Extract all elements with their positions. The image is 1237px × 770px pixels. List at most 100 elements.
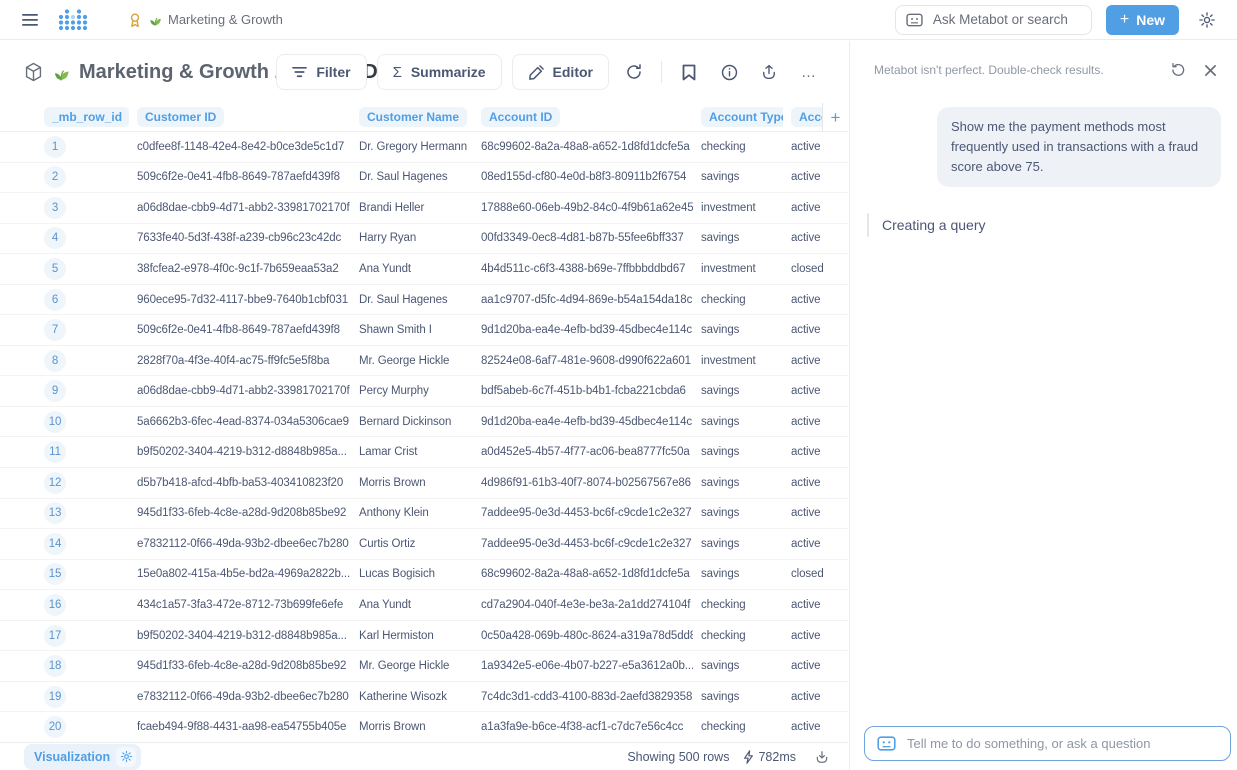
cell-account-type[interactable]: checking: [693, 630, 783, 642]
table-row[interactable]: 14 e7832112-0f66-49da-93b2-dbee6ec7b280 …: [0, 529, 848, 560]
chat-text-input[interactable]: [905, 735, 1218, 752]
cell-account-status[interactable]: active: [783, 721, 848, 733]
cell-customer-id[interactable]: a06d8dae-cbb9-4d71-abb2-33981702170f: [129, 202, 351, 214]
cell-account-type[interactable]: savings: [693, 385, 783, 397]
table-row[interactable]: 6 960ece95-7d32-4117-bbe9-7640b1cbf031 D…: [0, 285, 848, 316]
cell-account-type[interactable]: investment: [693, 263, 783, 275]
cell-account-id[interactable]: a0d452e5-4b57-4f77-ac06-bea8777fc50a: [473, 446, 693, 458]
cell-customer-id[interactable]: e7832112-0f66-49da-93b2-dbee6ec7b280: [129, 538, 351, 550]
table-row[interactable]: 17 b9f50202-3404-4219-b312-d8848b985a...…: [0, 621, 848, 652]
cell-account-id[interactable]: 68c99602-8a2a-48a8-a652-1d8fd1dcfe5a: [473, 141, 693, 153]
refresh-button[interactable]: [619, 57, 649, 87]
close-sidebar-button[interactable]: [1199, 59, 1221, 81]
cell-account-status[interactable]: active: [783, 385, 848, 397]
cell-account-id[interactable]: 82524e08-6af7-481e-9608-d990f622a601: [473, 355, 693, 367]
cell-account-type[interactable]: savings: [693, 691, 783, 703]
cell-customer-id[interactable]: e7832112-0f66-49da-93b2-dbee6ec7b280: [129, 691, 351, 703]
cell-customer-id[interactable]: 38fcfea2-e978-4f0c-9c1f-7b659eaa53a2: [129, 263, 351, 275]
cell-customer-name[interactable]: Ana Yundt: [351, 599, 473, 611]
cell-customer-name[interactable]: Dr. Saul Hagenes: [351, 171, 473, 183]
cell-account-status[interactable]: active: [783, 232, 848, 244]
cell-account-id[interactable]: 4b4d511c-c6f3-4388-b69e-7ffbbbddbd67: [473, 263, 693, 275]
cell-account-id[interactable]: 9d1d20ba-ea4e-4efb-bd39-45dbec4e114c: [473, 416, 693, 428]
cell-account-status[interactable]: active: [783, 630, 848, 642]
cell-account-id[interactable]: 9d1d20ba-ea4e-4efb-bd39-45dbec4e114c: [473, 324, 693, 336]
cell-customer-id[interactable]: 2828f70a-4f3e-40f4-ac75-ff9fc5e5f8ba: [129, 355, 351, 367]
cell-customer-name[interactable]: Morris Brown: [351, 721, 473, 733]
cell-customer-name[interactable]: Brandi Heller: [351, 202, 473, 214]
settings-button[interactable]: [1193, 6, 1221, 34]
summarize-button[interactable]: Σ Summarize: [377, 54, 502, 90]
column-header-customer-name[interactable]: Customer Name: [351, 107, 473, 127]
table-row[interactable]: 11 b9f50202-3404-4219-b312-d8848b985a...…: [0, 437, 848, 468]
cell-customer-id[interactable]: 434c1a57-3fa3-472e-8712-73b699fe6efe: [129, 599, 351, 611]
cell-account-id[interactable]: 4d986f91-61b3-40f7-8074-b02567567e86: [473, 477, 693, 489]
cell-account-id[interactable]: 0c50a428-069b-480c-8624-a319a78d5dd8: [473, 630, 693, 642]
cell-account-status[interactable]: closed: [783, 568, 848, 580]
add-column-button[interactable]: +: [822, 103, 848, 131]
cell-account-id[interactable]: bdf5abeb-6c7f-451b-b4b1-fcba221cbda6: [473, 385, 693, 397]
cell-account-status[interactable]: active: [783, 660, 848, 672]
cell-customer-name[interactable]: Mr. George Hickle: [351, 355, 473, 367]
cell-customer-name[interactable]: Dr. Saul Hagenes: [351, 294, 473, 306]
cell-customer-name[interactable]: Lucas Bogisich: [351, 568, 473, 580]
cell-account-type[interactable]: investment: [693, 355, 783, 367]
cell-customer-name[interactable]: Dr. Gregory Hermann: [351, 141, 473, 153]
cell-customer-name[interactable]: Harry Ryan: [351, 232, 473, 244]
cell-account-status[interactable]: closed: [783, 263, 848, 275]
table-row[interactable]: 18 945d1f33-6feb-4c8e-a28d-9d208b85be92 …: [0, 651, 848, 682]
cell-account-status[interactable]: active: [783, 324, 848, 336]
cell-account-type[interactable]: checking: [693, 141, 783, 153]
column-header-account-id[interactable]: Account ID: [473, 107, 693, 127]
cell-account-type[interactable]: savings: [693, 324, 783, 336]
table-row[interactable]: 5 38fcfea2-e978-4f0c-9c1f-7b659eaa53a2 A…: [0, 254, 848, 285]
cell-customer-id[interactable]: 960ece95-7d32-4117-bbe9-7640b1cbf031: [129, 294, 351, 306]
table-row[interactable]: 20 fcaeb494-9f88-4431-aa98-ea54755b405e …: [0, 712, 848, 743]
cell-customer-name[interactable]: Curtis Ortiz: [351, 538, 473, 550]
table-row[interactable]: 10 5a6662b3-6fec-4ead-8374-034a5306cae9 …: [0, 407, 848, 438]
cell-account-id[interactable]: 1a9342e5-e06e-4b07-b227-e5a3612a0b...: [473, 660, 693, 672]
cell-customer-name[interactable]: Morris Brown: [351, 477, 473, 489]
table-row[interactable]: 4 7633fe40-5d3f-438f-a239-cb96c23c42dc H…: [0, 224, 848, 255]
cell-account-type[interactable]: checking: [693, 294, 783, 306]
cell-account-status[interactable]: active: [783, 599, 848, 611]
cell-account-status[interactable]: active: [783, 538, 848, 550]
cell-account-status[interactable]: active: [783, 294, 848, 306]
cell-account-id[interactable]: 00fd3349-0ec8-4d81-b87b-55fee6bff337: [473, 232, 693, 244]
cell-customer-id[interactable]: fcaeb494-9f88-4431-aa98-ea54755b405e: [129, 721, 351, 733]
cell-account-type[interactable]: savings: [693, 446, 783, 458]
cell-account-id[interactable]: 68c99602-8a2a-48a8-a652-1d8fd1dcfe5a: [473, 568, 693, 580]
title-collection-link[interactable]: Marketing & Growth: [79, 61, 269, 83]
cell-customer-name[interactable]: Lamar Crist: [351, 446, 473, 458]
cell-account-status[interactable]: active: [783, 507, 848, 519]
table-row[interactable]: 1 c0dfee8f-1148-42e4-8e42-b0ce3de5c1d7 D…: [0, 132, 848, 163]
cell-account-id[interactable]: aa1c9707-d5fc-4d94-869e-b54a154da18c: [473, 294, 693, 306]
more-options-button[interactable]: …: [794, 57, 824, 87]
cell-account-type[interactable]: savings: [693, 660, 783, 672]
cell-account-type[interactable]: savings: [693, 416, 783, 428]
table-row[interactable]: 12 d5b7b418-afcd-4bfb-ba53-403410823f20 …: [0, 468, 848, 499]
cell-account-type[interactable]: savings: [693, 568, 783, 580]
cell-customer-name[interactable]: Karl Hermiston: [351, 630, 473, 642]
cell-account-id[interactable]: 17888e60-06eb-49b2-84c0-4f9b61a62e45: [473, 202, 693, 214]
cell-account-id[interactable]: 7addee95-0e3d-4453-bc6f-c9cde1c2e327: [473, 538, 693, 550]
cell-account-type[interactable]: savings: [693, 507, 783, 519]
cell-account-status[interactable]: active: [783, 691, 848, 703]
reset-conversation-button[interactable]: [1167, 59, 1189, 81]
table-row[interactable]: 19 e7832112-0f66-49da-93b2-dbee6ec7b280 …: [0, 682, 848, 713]
cell-customer-name[interactable]: Bernard Dickinson: [351, 416, 473, 428]
share-button[interactable]: [754, 57, 784, 87]
cell-account-status[interactable]: active: [783, 141, 848, 153]
cell-customer-id[interactable]: 945d1f33-6feb-4c8e-a28d-9d208b85be92: [129, 660, 351, 672]
cell-account-type[interactable]: checking: [693, 599, 783, 611]
visualization-button[interactable]: Visualization: [24, 744, 141, 770]
cell-customer-name[interactable]: Mr. George Hickle: [351, 660, 473, 672]
new-button[interactable]: + New: [1106, 5, 1179, 35]
cell-customer-id[interactable]: 5a6662b3-6fec-4ead-8374-034a5306cae9: [129, 416, 351, 428]
cell-account-status[interactable]: active: [783, 202, 848, 214]
visualization-settings-button[interactable]: [116, 747, 136, 767]
table-row[interactable]: 3 a06d8dae-cbb9-4d71-abb2-33981702170f B…: [0, 193, 848, 224]
cell-account-status[interactable]: active: [783, 171, 848, 183]
cell-customer-id[interactable]: b9f50202-3404-4219-b312-d8848b985a...: [129, 630, 351, 642]
metabot-chat-input[interactable]: [864, 726, 1231, 761]
